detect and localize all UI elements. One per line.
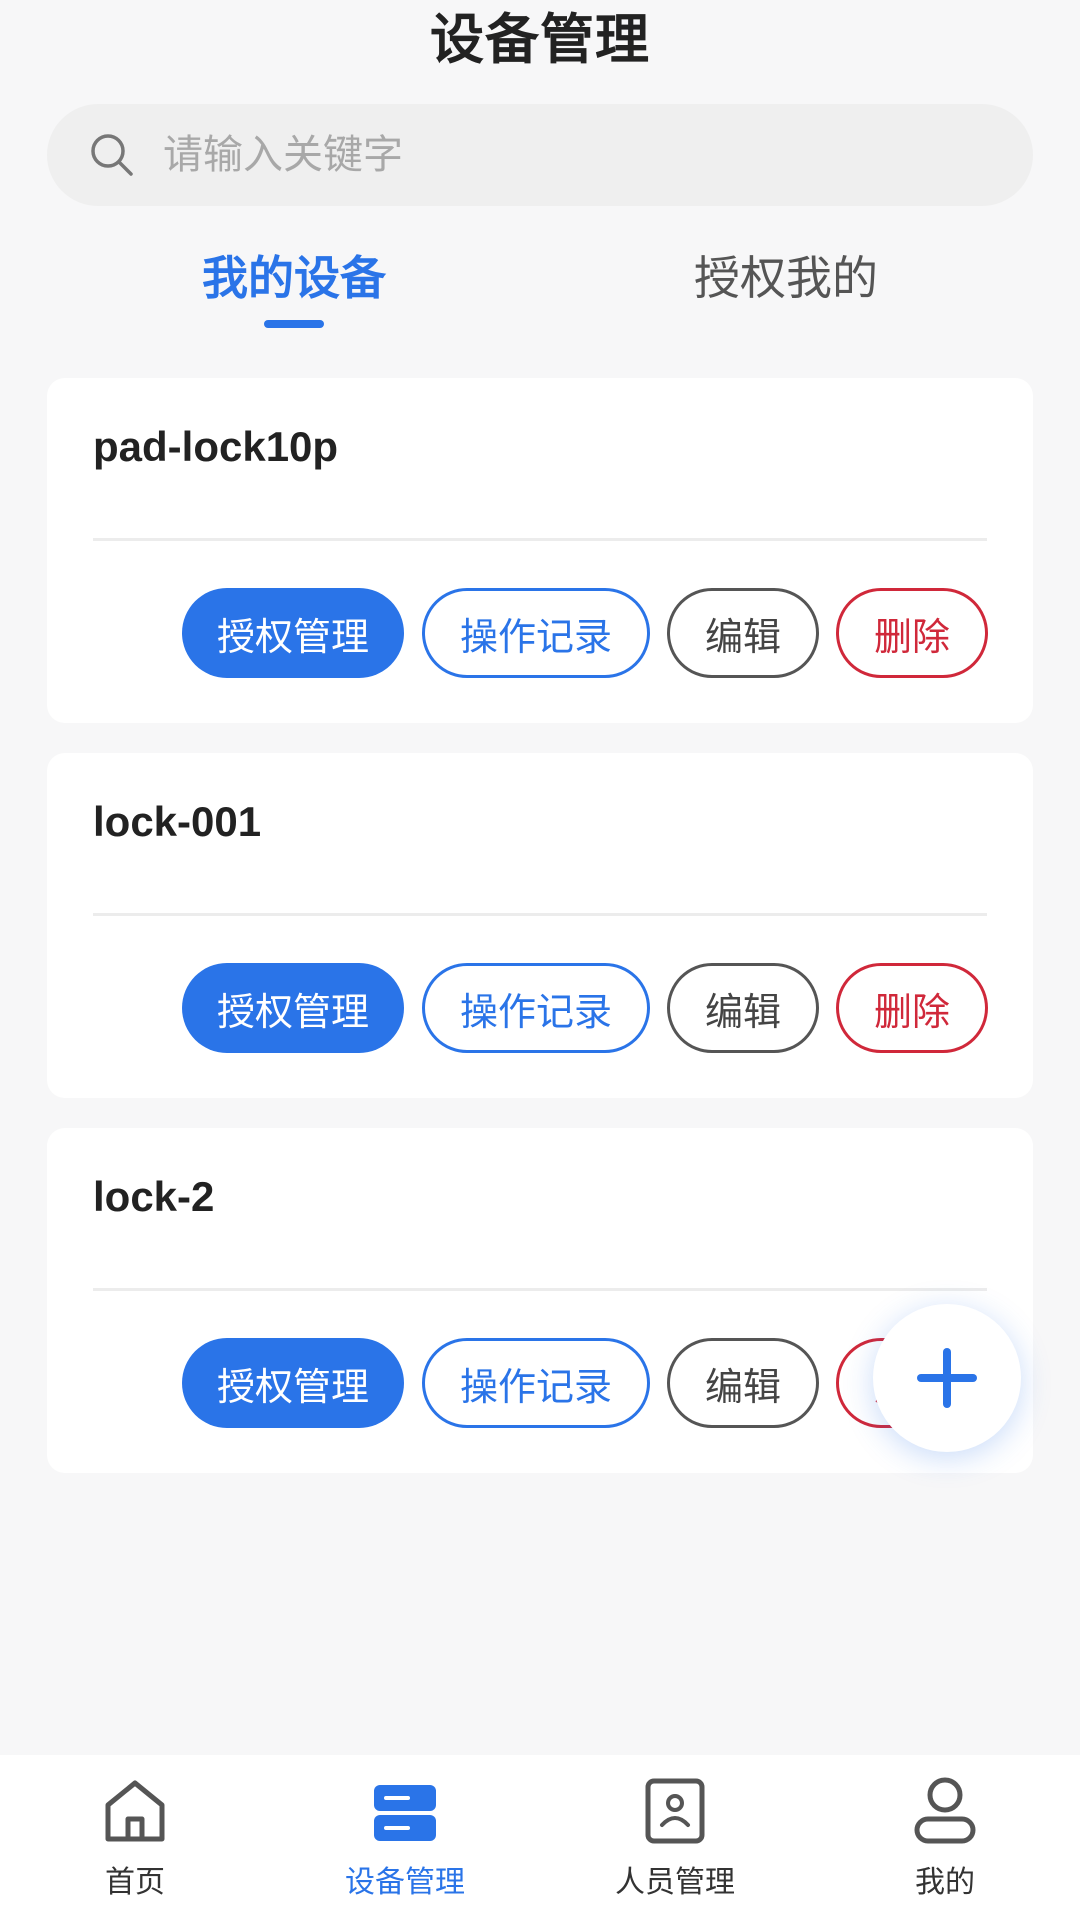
- page-title: 设备管理: [430, 8, 650, 71]
- nav-label-device-management: 设备管理: [345, 1865, 465, 1900]
- active-tab-indicator: [264, 320, 324, 328]
- edit-button[interactable]: 编辑: [667, 1338, 819, 1428]
- authorization-management-button[interactable]: 授权管理: [182, 588, 404, 678]
- device-card: lock-2 授权管理 操作记录 编辑 删除: [47, 1128, 1033, 1473]
- device-card: pad-lock10p 授权管理 操作记录 编辑 删除: [47, 378, 1033, 723]
- nav-item-home[interactable]: 首页: [0, 1755, 270, 1920]
- search-icon: [91, 134, 133, 176]
- device-list-icon: [374, 1785, 436, 1841]
- nav-label-personnel-management: 人员管理: [615, 1865, 735, 1900]
- delete-button[interactable]: 删除: [836, 963, 988, 1053]
- search-input[interactable]: [161, 131, 1033, 179]
- plus-icon: [917, 1348, 977, 1408]
- device-name: lock-001: [93, 798, 262, 845]
- card-divider: [93, 913, 987, 916]
- search-bar[interactable]: [47, 104, 1033, 206]
- edit-button[interactable]: 编辑: [667, 588, 819, 678]
- authorization-management-button[interactable]: 授权管理: [182, 963, 404, 1053]
- device-name: lock-2: [93, 1173, 215, 1220]
- nav-item-profile[interactable]: 我的: [810, 1755, 1080, 1920]
- device-card: lock-001 授权管理 操作记录 编辑 删除: [47, 753, 1033, 1098]
- operation-log-button[interactable]: 操作记录: [422, 588, 650, 678]
- add-device-button[interactable]: [873, 1304, 1021, 1452]
- authorization-management-button[interactable]: 授权管理: [182, 1338, 404, 1428]
- device-name: pad-lock10p: [93, 423, 339, 470]
- user-icon: [914, 1777, 976, 1844]
- nav-label-profile: 我的: [915, 1865, 975, 1900]
- delete-button[interactable]: 删除: [836, 588, 988, 678]
- tab-my-devices[interactable]: 我的设备: [114, 245, 474, 311]
- home-icon: [105, 1780, 165, 1842]
- nav-item-device-management[interactable]: 设备管理: [270, 1755, 540, 1920]
- card-divider: [93, 1288, 987, 1291]
- nav-label-home: 首页: [105, 1865, 165, 1900]
- nav-item-personnel-management[interactable]: 人员管理: [540, 1755, 810, 1920]
- device-management-page: 设备管理 我的设备 授权我的 pad-lock10p 授权管理 操作记录 编辑 …: [0, 0, 1080, 1920]
- bottom-nav: 首页 设备管理 人员管理 我的: [0, 1755, 1080, 1920]
- edit-button[interactable]: 编辑: [667, 963, 819, 1053]
- operation-log-button[interactable]: 操作记录: [422, 1338, 650, 1428]
- person-card-icon: [645, 1778, 705, 1844]
- operation-log-button[interactable]: 操作记录: [422, 963, 650, 1053]
- tab-authorized-to-me[interactable]: 授权我的: [606, 245, 966, 311]
- card-divider: [93, 538, 987, 541]
